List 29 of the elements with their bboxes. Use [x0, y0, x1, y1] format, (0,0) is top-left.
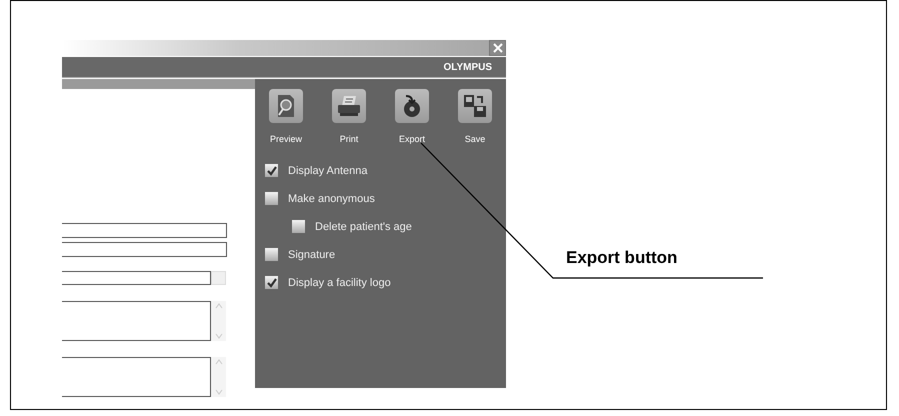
text-area[interactable]: [62, 357, 211, 397]
option-checkbox[interactable]: Display a facility logo: [265, 276, 506, 289]
floppy-disk-icon: [463, 94, 487, 118]
input-field[interactable]: [62, 242, 227, 257]
printer-icon: [337, 95, 361, 117]
scroll-bar[interactable]: [211, 301, 226, 341]
close-button[interactable]: [489, 40, 506, 56]
brand-logo: OLYMPUS: [443, 62, 492, 72]
export-button[interactable]: Export: [387, 89, 437, 144]
magnifier-document-icon: [275, 94, 297, 118]
callout-label: Export button: [566, 248, 678, 268]
text-area[interactable]: [62, 301, 211, 341]
save-button[interactable]: Save: [450, 89, 500, 144]
input-field[interactable]: [62, 271, 211, 285]
input-field[interactable]: [62, 223, 227, 238]
scroll-down-icon: [214, 387, 224, 397]
option-checkbox[interactable]: Display Antenna: [265, 164, 506, 177]
scroll-down-icon: [214, 331, 224, 341]
close-icon: [492, 42, 504, 54]
scroll-up-icon: [214, 357, 224, 367]
scroll-up-icon: [214, 301, 224, 311]
preview-button[interactable]: Preview: [261, 89, 311, 144]
option-checkbox[interactable]: Signature: [265, 248, 506, 261]
option-checkbox[interactable]: Delete patient's age: [265, 220, 506, 233]
scroll-bar[interactable]: [211, 357, 226, 397]
print-button[interactable]: Print: [324, 89, 374, 144]
check-icon: [266, 164, 278, 176]
check-icon: [266, 276, 278, 288]
option-checkbox[interactable]: Make anonymous: [265, 192, 506, 205]
